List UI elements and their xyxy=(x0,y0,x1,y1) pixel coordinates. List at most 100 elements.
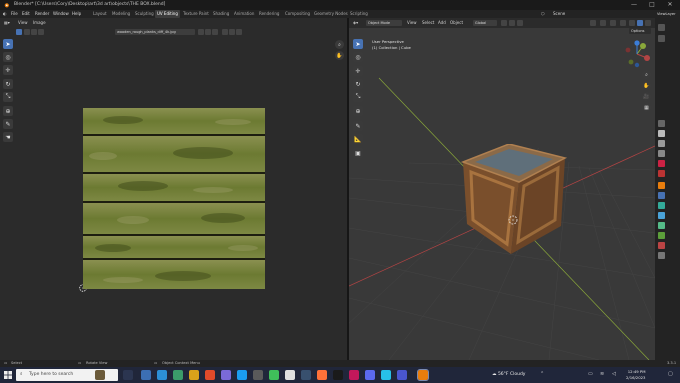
options-dropdown[interactable]: Options xyxy=(629,28,651,34)
proportional-edit-icon[interactable] xyxy=(517,20,523,26)
move-3d-tool-icon[interactable]: ✛ xyxy=(353,66,363,76)
menu-help[interactable]: Help xyxy=(72,10,81,18)
app-icon-3[interactable] xyxy=(173,370,183,380)
data-props-icon[interactable] xyxy=(658,232,665,239)
viewport-menu-view[interactable]: View xyxy=(407,18,417,28)
menu-file[interactable]: File xyxy=(11,10,18,18)
grab-tool-icon[interactable]: ☚ xyxy=(3,132,13,142)
outliner-icon[interactable] xyxy=(658,24,665,31)
pin-icon[interactable] xyxy=(222,29,228,35)
gizmo-toggle-icon[interactable] xyxy=(600,20,606,26)
rotate-3d-tool-icon[interactable]: ↻ xyxy=(353,79,363,89)
modifier-props-icon[interactable] xyxy=(658,192,665,199)
taskbar-clock[interactable]: 12:49 PM 2/16/2023 xyxy=(626,369,645,381)
scene-props-icon[interactable] xyxy=(658,160,665,167)
cursor-3d-tool-icon[interactable]: ◎ xyxy=(353,52,363,62)
render-props-icon[interactable] xyxy=(658,130,665,137)
transform-tool-icon[interactable]: ⊕ xyxy=(3,106,13,116)
image-fake-user-icon[interactable] xyxy=(198,29,204,35)
cursor-tool-icon[interactable]: ◎ xyxy=(3,52,13,62)
app-icon-2[interactable] xyxy=(157,370,167,380)
move-tool-icon[interactable]: ✛ xyxy=(3,65,13,75)
app-icon-17[interactable] xyxy=(397,370,407,380)
firefox-icon[interactable] xyxy=(317,370,327,380)
perspective-toggle-icon[interactable]: ▦ xyxy=(642,103,651,112)
measure-tool-icon[interactable]: 📐 xyxy=(353,134,363,144)
uv-face-mode-icon[interactable] xyxy=(38,29,44,35)
notifications-icon[interactable]: ▢ xyxy=(668,371,673,377)
blender-taskbar-icon[interactable] xyxy=(417,369,429,381)
app-icon-11[interactable] xyxy=(301,370,311,380)
annotate-3d-tool-icon[interactable]: ✎ xyxy=(353,121,363,131)
shading-material-icon[interactable] xyxy=(637,20,643,26)
select-box-tool-icon[interactable]: ➤ xyxy=(353,39,363,49)
pivot-icon[interactable] xyxy=(501,20,507,26)
navigation-gizmo[interactable] xyxy=(623,40,651,68)
app-icon-7[interactable] xyxy=(237,370,247,380)
display-channels-icon[interactable] xyxy=(229,29,235,35)
material-props-icon[interactable] xyxy=(658,242,665,249)
tab-texture-paint[interactable]: Texture Paint xyxy=(181,10,211,18)
uv-vertex-mode-icon[interactable] xyxy=(24,29,30,35)
particles-props-icon[interactable] xyxy=(658,202,665,209)
app-icon-8[interactable] xyxy=(253,370,263,380)
texture-props-icon[interactable] xyxy=(658,252,665,259)
tab-modeling[interactable]: Modeling xyxy=(110,10,132,18)
file-explorer-icon[interactable] xyxy=(189,370,199,380)
crate-cube[interactable] xyxy=(461,144,569,256)
image-unlink-icon[interactable] xyxy=(212,29,218,35)
view-layer-props-icon[interactable] xyxy=(658,150,665,157)
app-icon-9[interactable] xyxy=(269,370,279,380)
scale-3d-tool-icon[interactable]: ⤡ xyxy=(353,92,363,102)
minimize-button[interactable]: — xyxy=(625,0,643,10)
view-layer-name[interactable]: ViewLayer xyxy=(657,10,676,18)
scene-name[interactable]: Scene xyxy=(553,10,565,18)
tab-layout[interactable]: Layout xyxy=(91,10,109,18)
pan-hand-icon[interactable]: ✋ xyxy=(335,51,344,60)
task-view-icon[interactable] xyxy=(123,370,133,380)
3d-cursor-icon[interactable] xyxy=(507,214,519,226)
uv-menu-image[interactable]: Image xyxy=(33,18,46,28)
search-highlight-icon[interactable] xyxy=(95,370,105,380)
zoom-icon[interactable]: ⌕ xyxy=(335,40,344,49)
shading-rendered-icon[interactable] xyxy=(645,20,651,26)
app-icon-15[interactable] xyxy=(365,370,375,380)
viewport-menu-select[interactable]: Select xyxy=(422,18,434,28)
overlay-toggle-icon[interactable] xyxy=(610,20,616,26)
tab-compositing[interactable]: Compositing xyxy=(283,10,312,18)
viewport-3d[interactable]: User Perspective (1) Collection | Cube O… xyxy=(349,28,655,360)
scale-tool-icon[interactable]: ⤡ xyxy=(3,92,13,102)
select-tool-icon[interactable]: ➤ xyxy=(3,39,13,49)
weather-widget[interactable]: ☁ 56°F Cloudy xyxy=(492,367,525,383)
wifi-icon[interactable]: ≋ xyxy=(600,371,604,377)
tray-chevron-icon[interactable]: ⌃ xyxy=(540,371,544,377)
editor-type-3d-icon[interactable]: ◈▾ xyxy=(353,18,358,28)
tab-geometry-nodes[interactable]: Geometry Nodes xyxy=(312,10,350,18)
tab-rendering[interactable]: Rendering xyxy=(257,10,281,18)
close-button[interactable]: ✕ xyxy=(661,0,679,10)
add-cube-tool-icon[interactable]: ▣ xyxy=(353,148,363,158)
maximize-button[interactable]: □ xyxy=(643,0,661,10)
pan-3d-icon[interactable]: ✋ xyxy=(642,81,651,90)
viewport-menu-object[interactable]: Object xyxy=(450,18,463,28)
object-props-icon[interactable] xyxy=(658,182,665,189)
object-mode-dropdown[interactable]: Object Mode xyxy=(366,20,402,26)
rotate-tool-icon[interactable]: ↻ xyxy=(3,79,13,89)
uv-sync-icon[interactable] xyxy=(16,29,22,35)
transform-3d-tool-icon[interactable]: ⊕ xyxy=(353,106,363,116)
app-icon-1[interactable] xyxy=(141,370,151,380)
network-icon[interactable]: ▭ xyxy=(588,371,593,377)
tab-animation[interactable]: Animation xyxy=(232,10,256,18)
app-icon-5[interactable] xyxy=(205,370,215,380)
overlays-icon[interactable] xyxy=(236,29,242,35)
visibility-icon[interactable] xyxy=(590,20,596,26)
menu-render[interactable]: Render xyxy=(35,10,49,18)
editor-type-icon[interactable]: ▦▾ xyxy=(4,18,10,28)
app-icon-6[interactable] xyxy=(221,370,231,380)
output-props-icon[interactable] xyxy=(658,140,665,147)
tab-scripting[interactable]: Scripting xyxy=(348,10,370,18)
viewport-menu-add[interactable]: Add xyxy=(438,18,446,28)
app-icon-14[interactable] xyxy=(349,370,359,380)
image-new-icon[interactable] xyxy=(205,29,211,35)
uv-edge-mode-icon[interactable] xyxy=(31,29,37,35)
